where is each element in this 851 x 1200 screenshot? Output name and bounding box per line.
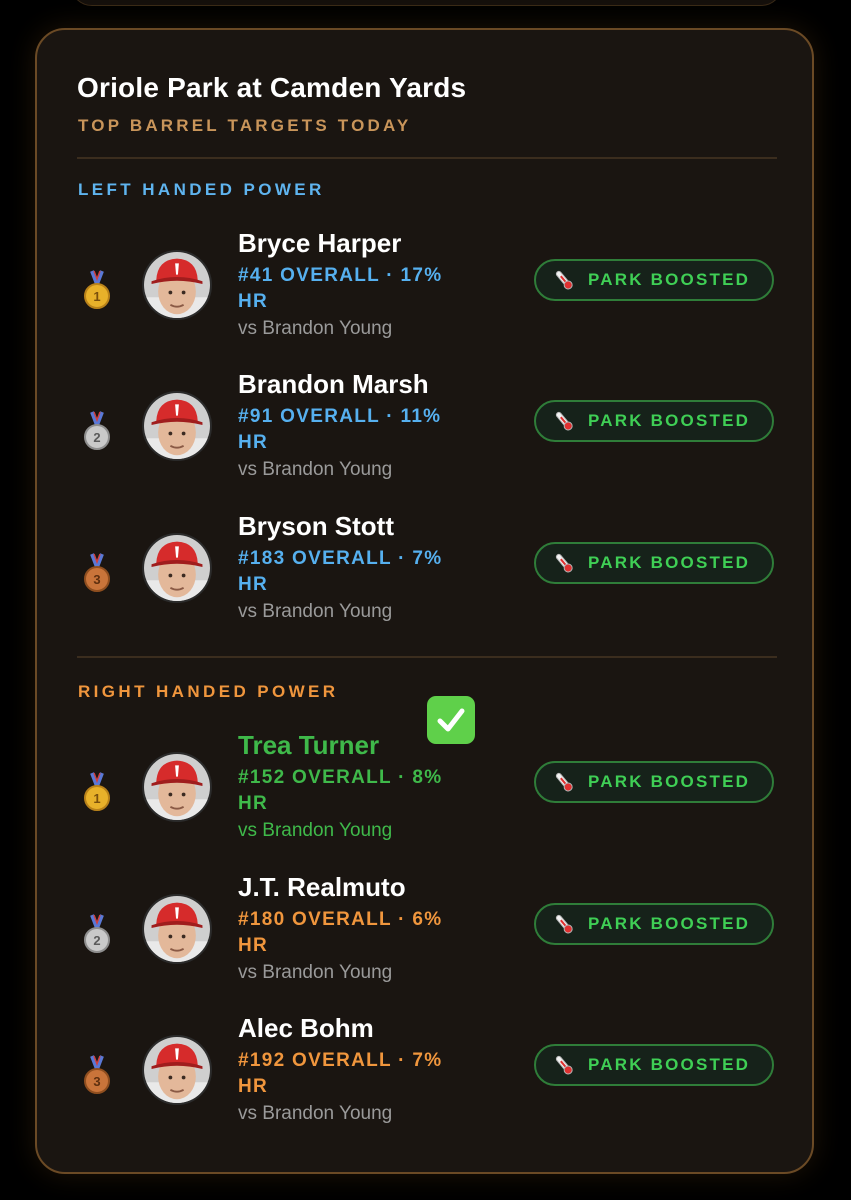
player-avatar [142,894,212,964]
svg-text:3: 3 [93,1074,100,1089]
player-avatar [142,1035,212,1105]
player-avatar [142,250,212,320]
gold-medal-icon: 1 [84,270,110,309]
player-avatar [142,391,212,461]
bronze-medal-icon: 3 [84,553,110,592]
player-row[interactable]: 3 Bryson Stott #183 OVERALL · 7% HR vs B… [37,505,812,625]
player-rank: #91 OVERALL · 11% HR [238,406,442,453]
park-title: Oriole Park at Camden Yards [77,72,467,103]
player-rank: #152 OVERALL · 8% HR [238,767,443,814]
player-row[interactable]: 1 Trea Turner #152 OVERALL · 8% HR vs Br… [37,696,812,844]
section-label-left-handed: LEFT HANDED POWER [78,180,325,199]
bronze-medal-icon: 3 [84,1055,110,1094]
thermometer-icon [552,409,576,433]
park-boosted-badge: PARK BOOSTED [534,903,774,945]
gold-medal-icon: 1 [84,772,110,811]
player-rank: #41 OVERALL · 17% HR [238,265,443,312]
park-boosted-badge: PARK BOOSTED [534,761,774,803]
player-row[interactable]: 2 Brandon Marsh #91 OVERALL · 11% HR vs … [37,363,812,483]
divider [77,656,777,658]
opponent-text: vs Brandon Young [238,459,393,480]
opponent-text: vs Brandon Young [238,962,393,983]
thermometer-icon [552,770,576,794]
park-boosted-badge: PARK BOOSTED [534,259,774,301]
player-name[interactable]: Trea Turner [238,730,379,761]
player-row[interactable]: 2 J.T. Realmuto #180 OVERALL · 6% HR vs … [37,866,812,986]
svg-text:1: 1 [93,289,100,304]
player-avatar [142,752,212,822]
player-name[interactable]: J.T. Realmuto [238,872,406,903]
previous-card-edge [70,0,783,6]
player-rank: #180 OVERALL · 6% HR [238,909,443,956]
player-row[interactable]: 1 Bryce Harper #41 OVERALL · 17% HR vs B… [37,222,812,342]
check-mark-icon [427,696,475,744]
park-subtitle: TOP BARREL TARGETS TODAY [78,116,412,135]
thermometer-icon [552,1053,576,1077]
player-rank: #183 OVERALL · 7% HR [238,548,443,595]
opponent-text: vs Brandon Young [238,601,393,622]
park-boosted-badge: PARK BOOSTED [534,400,774,442]
silver-medal-icon: 2 [84,914,110,953]
opponent-text: vs Brandon Young [238,1103,393,1124]
player-name[interactable]: Bryce Harper [238,228,401,259]
svg-text:2: 2 [93,933,100,948]
player-avatar [142,533,212,603]
divider [77,157,777,159]
player-name[interactable]: Brandon Marsh [238,369,429,400]
svg-text:1: 1 [93,791,100,806]
silver-medal-icon: 2 [84,411,110,450]
player-name[interactable]: Bryson Stott [238,511,394,542]
park-card: Oriole Park at Camden Yards TOP BARREL T… [35,28,814,1174]
svg-text:3: 3 [93,572,100,587]
park-boosted-badge: PARK BOOSTED [534,542,774,584]
thermometer-icon [552,551,576,575]
svg-text:2: 2 [93,430,100,445]
park-boosted-badge: PARK BOOSTED [534,1044,774,1086]
section-label-right-handed: RIGHT HANDED POWER [78,682,339,701]
thermometer-icon [552,912,576,936]
opponent-text: vs Brandon Young [238,318,393,339]
opponent-text: vs Brandon Young [238,820,393,841]
player-row[interactable]: 3 Alec Bohm #192 OVERALL · 7% HR vs Bran… [37,1007,812,1127]
thermometer-icon [552,268,576,292]
player-rank: #192 OVERALL · 7% HR [238,1050,443,1097]
player-name[interactable]: Alec Bohm [238,1013,374,1044]
